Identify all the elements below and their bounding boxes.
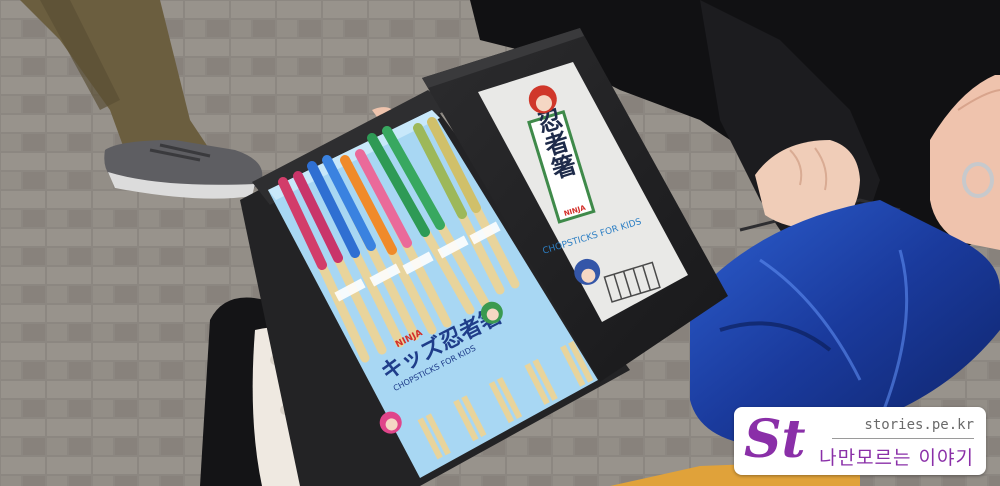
- watermark-slogan: 나만모르는 이야기: [819, 447, 974, 469]
- watermark-divider: [832, 438, 974, 439]
- watermark-url: stories.pe.kr: [864, 417, 974, 433]
- watermark-logo: St: [744, 409, 806, 470]
- watermark: St stories.pe.kr 나만모르는 이야기: [734, 407, 986, 475]
